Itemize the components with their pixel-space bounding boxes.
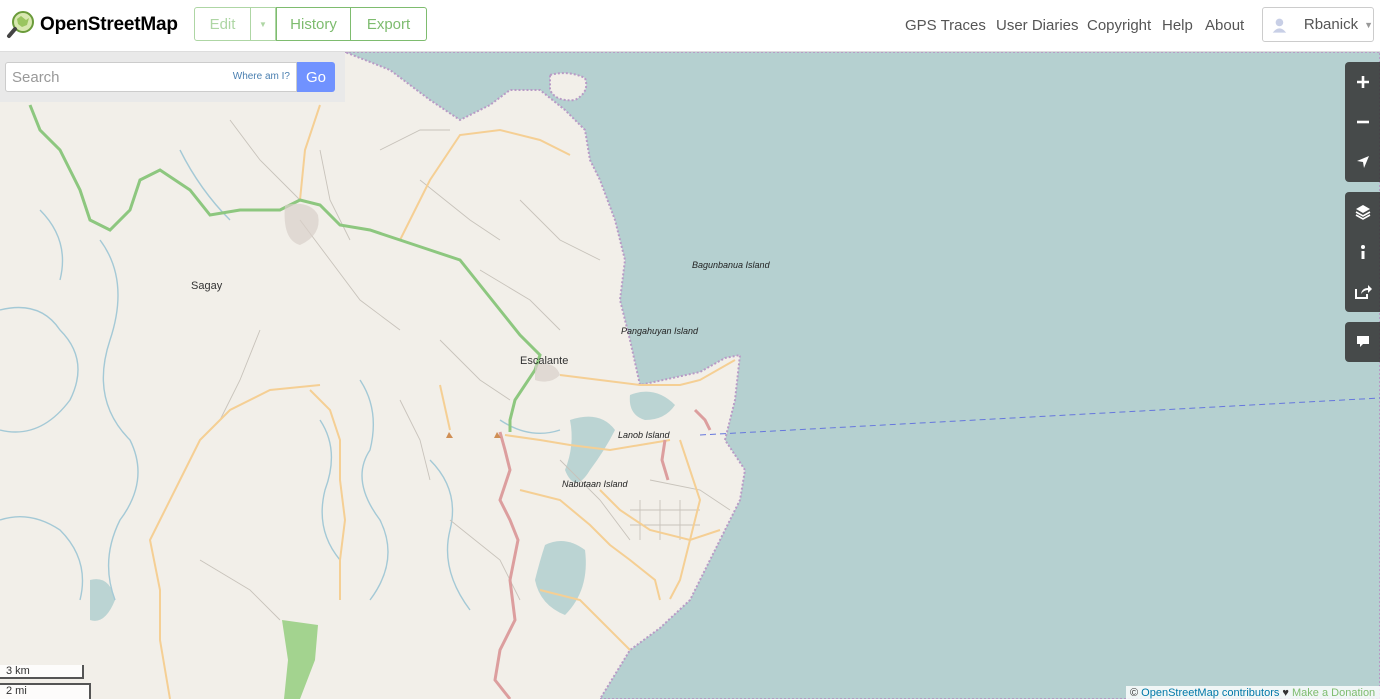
caret-down-icon: ▼ [259, 19, 267, 29]
zoom-out-icon [1356, 120, 1369, 124]
site-logo[interactable]: OpenStreetMap [6, 10, 178, 40]
avatar [1272, 18, 1287, 33]
zoom-out-button[interactable] [1345, 102, 1380, 142]
place-label-sagay: Sagay [191, 280, 223, 292]
locate-icon [1356, 156, 1369, 168]
trunk-road [28, 104, 542, 432]
nav-about[interactable]: About [1205, 17, 1244, 34]
info-icon [1360, 245, 1365, 259]
layers-icon [1355, 205, 1370, 220]
username: Rbanick [1303, 16, 1359, 33]
nav-copyright[interactable]: Copyright [1087, 17, 1151, 34]
island-label-nabutaan: Nabutaan Island [562, 479, 628, 489]
donate-link[interactable]: Make a Donation [1292, 687, 1375, 699]
where-am-i-link[interactable]: Where am I? [233, 71, 290, 82]
park-area [282, 620, 318, 699]
locate-button[interactable] [1345, 142, 1380, 182]
primary-road-east [660, 408, 712, 481]
share-button[interactable] [1345, 272, 1380, 312]
heart-icon: ♥ [1279, 687, 1293, 699]
scale-metric: 3 km [0, 665, 84, 679]
search-panel: Search Where am I? Go [0, 52, 345, 102]
edit-dropdown-button[interactable]: ▼ [251, 7, 276, 41]
primary-road [493, 431, 520, 699]
share-icon [1354, 285, 1372, 299]
note-icon [1356, 336, 1369, 347]
zoom-in-button[interactable] [1345, 62, 1380, 102]
zoom-controls [1345, 62, 1380, 182]
edit-history-export-group: Edit ▼ History Export [194, 7, 427, 41]
zoom-in-icon [1356, 76, 1369, 88]
top-bar: OpenStreetMap Edit ▼ History Export GPS … [0, 0, 1380, 52]
attribution-prefix: © [1130, 687, 1142, 699]
peak-icon [446, 432, 453, 438]
sagay-town-area [284, 203, 319, 245]
place-label-escalante: Escalante [520, 355, 569, 367]
inland-water-2 [629, 391, 675, 420]
map-panel-controls [1345, 192, 1380, 312]
map-rendering [0, 52, 1380, 699]
user-menu-button[interactable]: Rbanick ▼ [1262, 7, 1374, 42]
search-input[interactable]: Search Where am I? [5, 62, 297, 92]
nav-gps-traces[interactable]: GPS Traces [905, 17, 986, 34]
attribution: © OpenStreetMap contributors ♥ Make a Do… [1126, 686, 1380, 699]
contributors-link[interactable]: OpenStreetMap contributors [1141, 687, 1279, 699]
add-note-button[interactable] [1345, 322, 1380, 362]
search-placeholder: Search [12, 69, 60, 86]
nav-user-diaries[interactable]: User Diaries [996, 17, 1079, 34]
chevron-down-icon: ▼ [1364, 19, 1373, 30]
brand-name: OpenStreetMap [40, 14, 178, 35]
osm-magnifier-icon [7, 11, 34, 38]
scale-imperial: 2 mi [0, 683, 91, 699]
search-go-button[interactable]: Go [297, 62, 335, 92]
map-canvas[interactable]: Sagay Escalante Bagunbanua Island Pangah… [0, 52, 1380, 699]
map-key-button[interactable] [1345, 232, 1380, 272]
island-label-lanob: Lanob Island [618, 430, 670, 440]
sea-area [344, 52, 1380, 699]
note-controls [1345, 322, 1380, 362]
edit-button[interactable]: Edit [194, 7, 251, 41]
island-label-bagunbanua: Bagunbanua Island [692, 260, 770, 270]
export-button[interactable]: Export [351, 7, 427, 41]
island-label-pangahuyan: Pangahuyan Island [621, 326, 699, 336]
layers-button[interactable] [1345, 192, 1380, 232]
history-button[interactable]: History [276, 7, 351, 41]
inland-water-3 [535, 541, 586, 615]
nav-help[interactable]: Help [1162, 17, 1193, 34]
